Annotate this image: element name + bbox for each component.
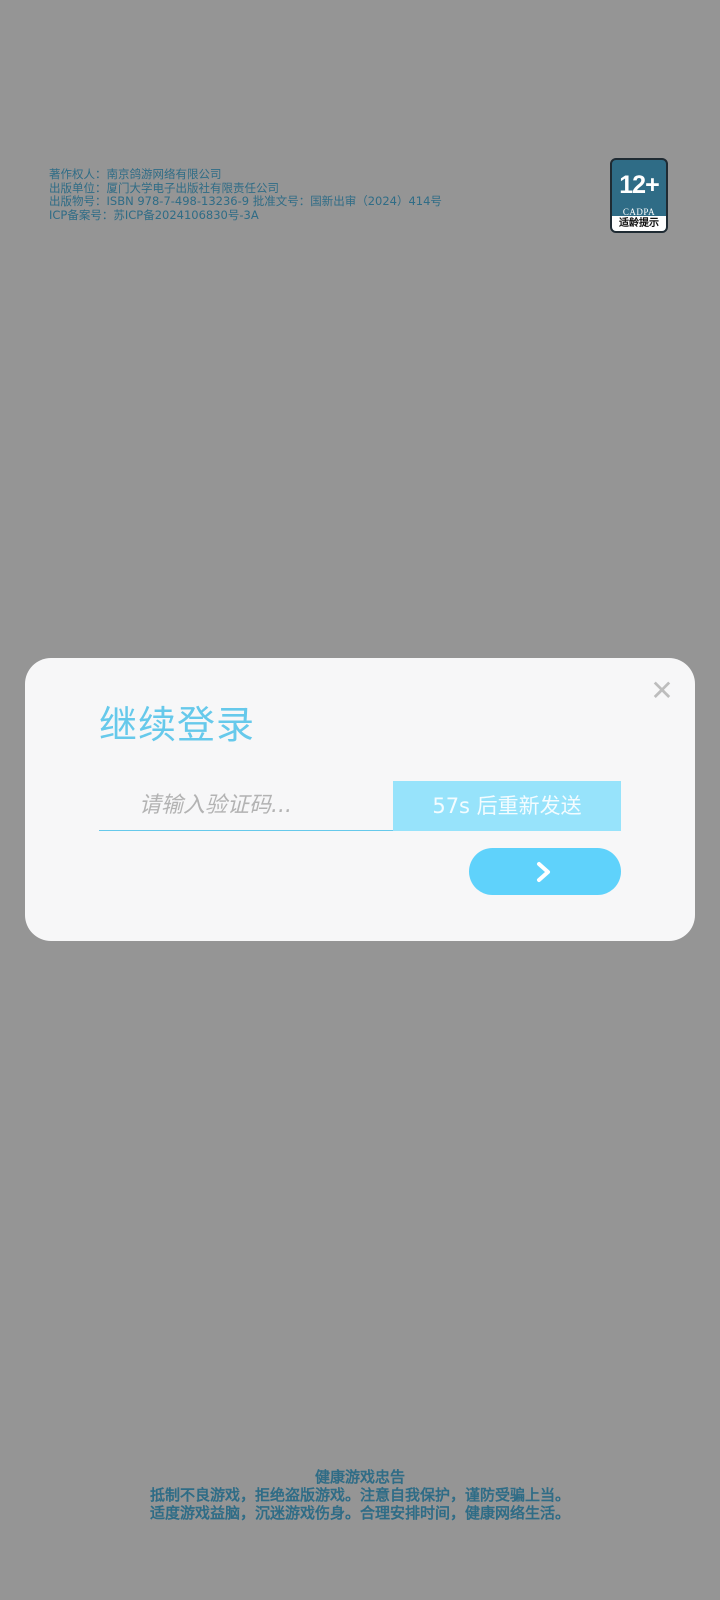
age-rating-value: 12+ <box>619 171 659 199</box>
health-notice-title: 健康游戏忠告 <box>314 1468 405 1486</box>
health-notice-line: 抵制不良游戏，拒绝盗版游戏。注意自我保护，谨防受骗上当。 <box>149 1486 570 1504</box>
copyright-holder-line: 著作权人：南京鸽游网络有限公司 <box>49 167 222 181</box>
login-dialog: ✕ 继续登录 57s 后重新发送 <box>25 658 695 941</box>
resend-code-button[interactable]: 57s 后重新发送 <box>393 781 621 831</box>
chevron-right-icon <box>537 862 550 882</box>
icp-record-line: ICP备案号：苏ICP备2024106830号-3A <box>49 207 259 222</box>
publication-info: 著作权人：南京鸽游网络有限公司 出版单位：厦门大学电子出版社有限责任公司 出版物… <box>49 167 569 222</box>
age-rating-caption: 适龄提示 <box>612 216 666 231</box>
health-notice-line: 适度游戏益脑，沉迷游戏伤身。合理安排时间，健康网络生活。 <box>149 1504 570 1522</box>
age-rating-badge[interactable]: 12+ CADPA 适龄提示 <box>610 158 668 233</box>
publisher-line: 出版单位：厦门大学电子出版社有限责任公司 <box>49 180 279 195</box>
submit-button[interactable] <box>469 848 621 895</box>
verification-code-input[interactable] <box>99 781 393 831</box>
dialog-title: 继续登录 <box>99 703 256 747</box>
health-notice: 健康游戏忠告 抵制不良游戏，拒绝盗版游戏。注意自我保护，谨防受骗上当。 适度游戏… <box>0 1468 720 1522</box>
publication-number-line: 出版物号：ISBN 978-7-498-13236-9 批准文号：国新出审（20… <box>49 194 442 209</box>
close-icon[interactable]: ✕ <box>649 677 675 705</box>
